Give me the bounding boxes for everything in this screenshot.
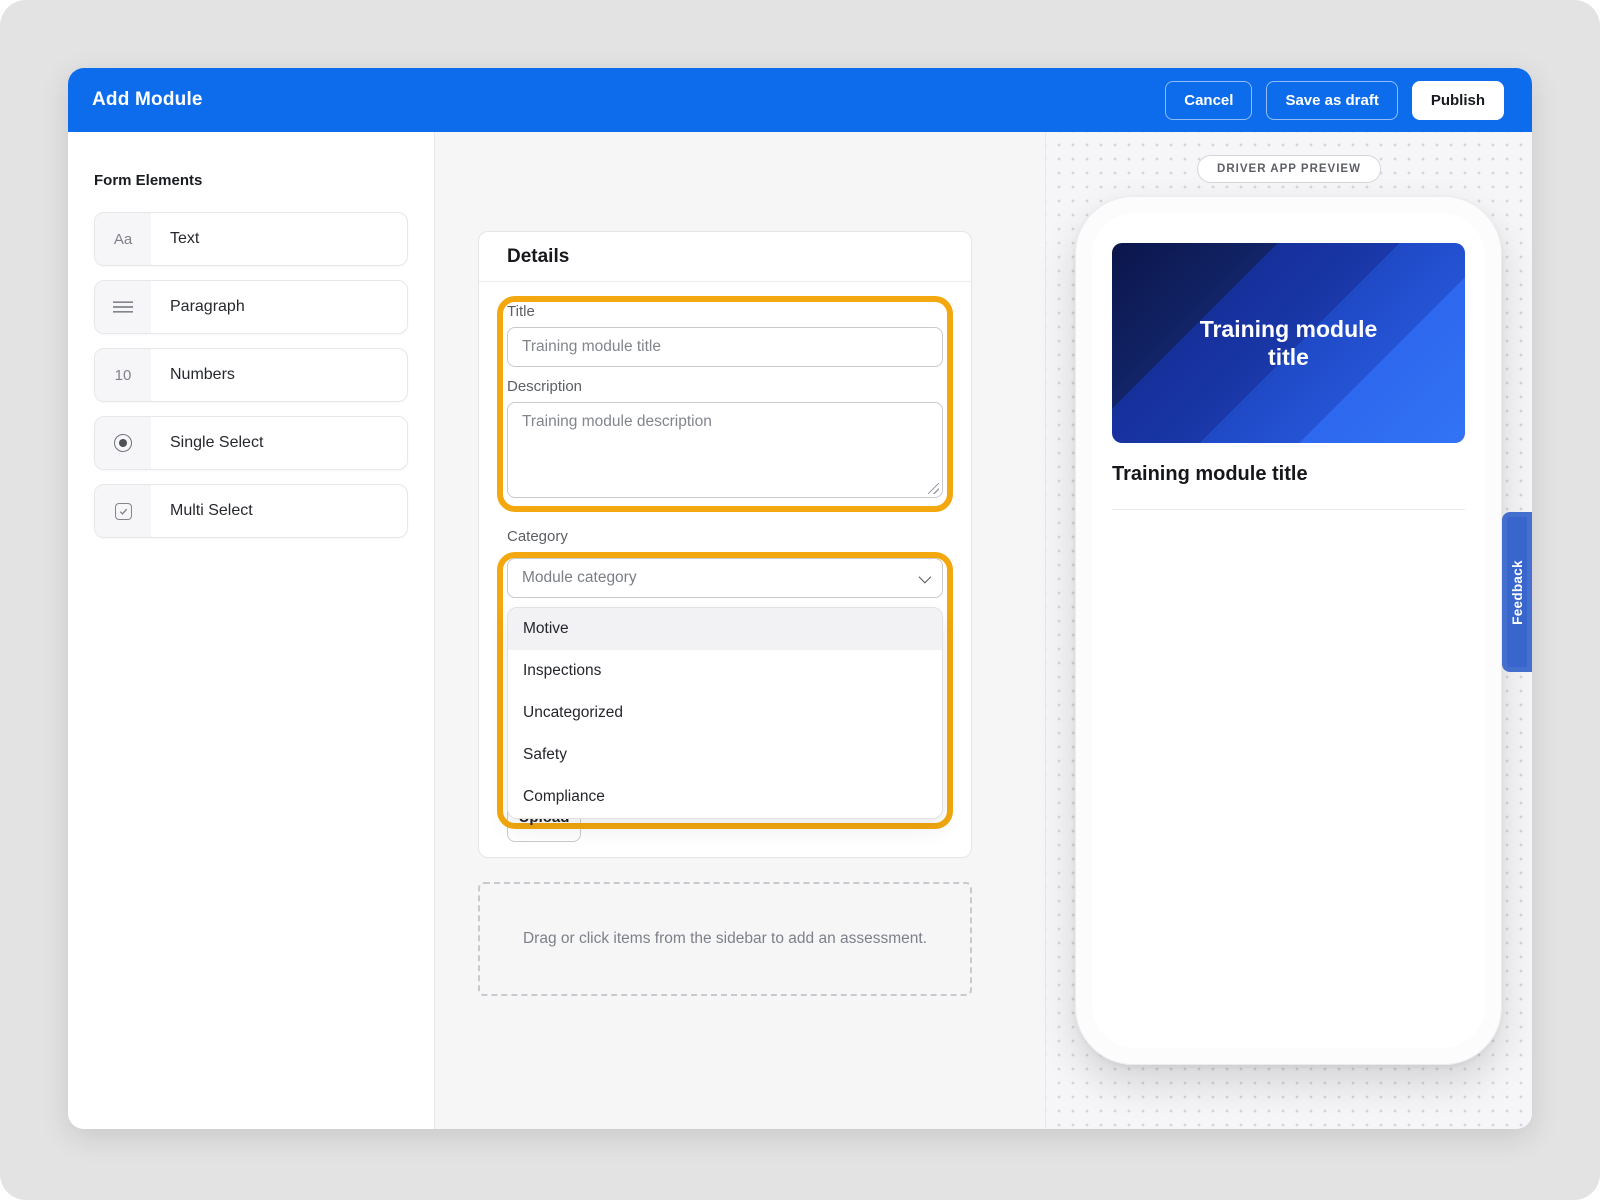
sidebar-item-label: Single Select <box>170 434 264 451</box>
page-background: Add Module Cancel Save as draft Publish … <box>0 0 1600 1200</box>
title-description-highlight: Title Description <box>497 296 953 512</box>
sidebar-item-label: Multi Select <box>170 502 253 519</box>
details-card: Details Title Description Category <box>478 231 972 858</box>
assessment-dropzone[interactable]: Drag or click items from the sidebar to … <box>478 882 972 996</box>
description-input[interactable] <box>507 402 943 498</box>
details-heading: Details <box>479 232 971 282</box>
title-label: Title <box>507 303 535 320</box>
header-bar: Add Module Cancel Save as draft Publish <box>68 68 1532 132</box>
sidebar-item-label: Numbers <box>170 366 235 383</box>
divider <box>1112 509 1465 510</box>
driver-app-preview-panel: DRIVER APP PREVIEW Training module title… <box>1045 132 1532 1129</box>
category-select[interactable]: Module category <box>507 558 943 598</box>
sidebar-item-paragraph[interactable]: Paragraph <box>94 280 408 334</box>
sidebar-item-single-select[interactable]: Single Select <box>94 416 408 470</box>
numbers-icon: 10 <box>95 349 151 401</box>
checkbox-icon <box>95 485 151 537</box>
feedback-tab[interactable]: Feedback <box>1502 512 1532 672</box>
phone-screen: Training module title Training module ti… <box>1092 213 1485 1048</box>
sidebar-item-multi-select[interactable]: Multi Select <box>94 484 408 538</box>
category-group: Upload Module category Motive Inspection… <box>497 552 953 844</box>
details-form: Title Description Category Upload <box>479 296 971 844</box>
module-editor-area: Details Title Description Category <box>435 132 1045 1129</box>
category-option-inspections[interactable]: Inspections <box>508 650 942 692</box>
chevron-down-icon <box>918 570 932 583</box>
category-option-uncategorized[interactable]: Uncategorized <box>508 692 942 734</box>
text-icon: Aa <box>95 213 151 265</box>
feedback-tab-label: Feedback <box>1509 559 1525 625</box>
paragraph-icon <box>95 281 151 333</box>
add-module-window: Add Module Cancel Save as draft Publish … <box>68 68 1532 1129</box>
dropzone-text: Drag or click items from the sidebar to … <box>522 930 928 947</box>
sidebar-heading: Form Elements <box>94 172 203 189</box>
title-input[interactable] <box>507 327 943 367</box>
preview-badge: DRIVER APP PREVIEW <box>1197 155 1381 183</box>
sidebar-item-label: Paragraph <box>170 298 245 315</box>
sidebar-item-label: Text <box>170 230 200 247</box>
sidebar-item-text[interactable]: Aa Text <box>94 212 408 266</box>
radio-icon <box>95 417 151 469</box>
page-title: Add Module <box>92 89 203 110</box>
cancel-button[interactable]: Cancel <box>1165 80 1253 120</box>
category-option-motive[interactable]: Motive <box>508 608 942 650</box>
category-label: Category <box>507 528 568 545</box>
category-option-safety[interactable]: Safety <box>508 734 942 776</box>
module-cover-title: Training module title <box>1199 315 1378 370</box>
form-elements-list: Aa Text Paragraph 10 Numbers Single Sele… <box>94 212 408 538</box>
form-elements-sidebar: Form Elements Aa Text Paragraph 10 Numbe… <box>68 132 435 1129</box>
category-option-compliance[interactable]: Compliance <box>508 776 942 818</box>
phone-mockup: Training module title Training module ti… <box>1075 196 1502 1065</box>
header-actions: Cancel Save as draft Publish <box>1165 80 1504 120</box>
publish-button[interactable]: Publish <box>1411 80 1504 120</box>
module-cover-card: Training module title <box>1112 243 1465 443</box>
category-dropdown: Motive Inspections Uncategorized Safety … <box>507 607 943 819</box>
description-label: Description <box>507 378 583 395</box>
sidebar-item-numbers[interactable]: 10 Numbers <box>94 348 408 402</box>
save-as-draft-button[interactable]: Save as draft <box>1266 80 1398 120</box>
category-select-value: Module category <box>522 569 637 586</box>
module-title-text: Training module title <box>1112 463 1308 485</box>
